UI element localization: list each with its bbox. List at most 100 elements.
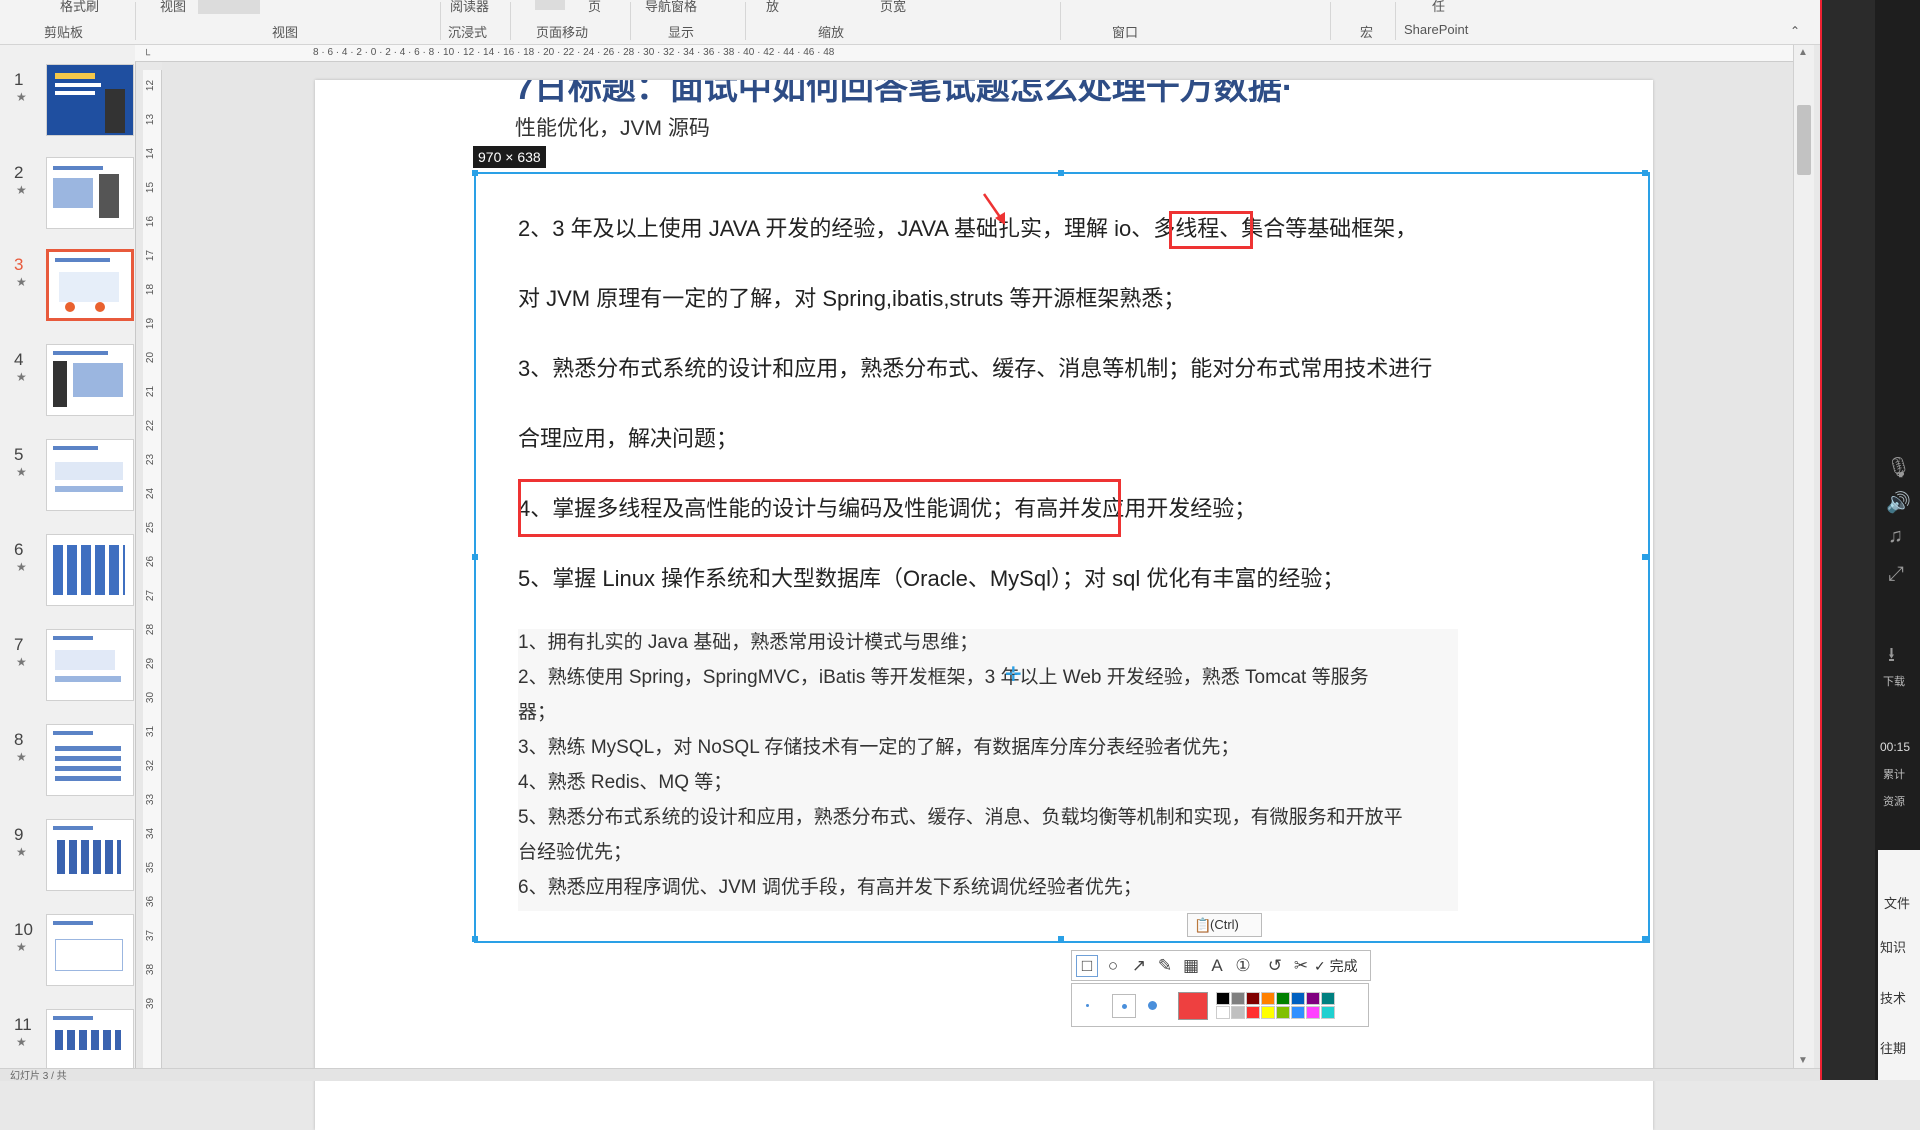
thumbnail-9[interactable]: 9 ★ bbox=[0, 815, 135, 905]
color-swatch[interactable] bbox=[1231, 1006, 1245, 1019]
color-swatch[interactable] bbox=[1231, 992, 1245, 1005]
ruler-number: 15 bbox=[145, 181, 157, 194]
panel-label[interactable]: 知识 bbox=[1880, 937, 1906, 956]
thumbnail-1[interactable]: 1 ★ bbox=[0, 60, 135, 150]
slide-subtitle[interactable]: 性能优化，JVM 源码 bbox=[515, 112, 710, 142]
color-swatch[interactable] bbox=[1261, 992, 1275, 1005]
thumbnail-7[interactable]: 7 ★ bbox=[0, 625, 135, 715]
panel-label[interactable]: 往期 bbox=[1880, 1038, 1906, 1057]
ruler-number: 31 bbox=[145, 725, 157, 738]
text-tool-icon[interactable]: A bbox=[1206, 955, 1228, 977]
collapse-ribbon-icon[interactable]: ⌃ bbox=[1790, 24, 1800, 38]
ruler-labels: 8 · 6 · 4 · 2 · 0 · 2 · 4 · 6 · 8 · 10 ·… bbox=[313, 47, 835, 58]
cut-icon[interactable]: ✂ bbox=[1290, 955, 1312, 977]
undo-icon[interactable]: ↺ bbox=[1264, 955, 1286, 977]
thumbnail-10[interactable]: 10 ★ bbox=[0, 910, 135, 1000]
size-medium-button[interactable] bbox=[1112, 994, 1136, 1018]
microphone-icon[interactable]: 🎙 bbox=[1886, 455, 1911, 480]
download-circle-icon[interactable]: ⭳ bbox=[1888, 640, 1895, 674]
mosaic-tool-icon[interactable]: ▦ bbox=[1180, 955, 1202, 977]
group-zoom: 缩放 bbox=[818, 25, 845, 40]
color-swatch[interactable] bbox=[1261, 1006, 1275, 1019]
color-swatch[interactable] bbox=[1291, 1006, 1305, 1019]
vertical-scrollbar[interactable]: ▲ ▼ bbox=[1793, 45, 1814, 1080]
ruler-number: 37 bbox=[145, 929, 157, 942]
size-large-dot[interactable] bbox=[1148, 1001, 1157, 1010]
star-icon: ★ bbox=[16, 465, 27, 479]
music-icon[interactable]: ♫ bbox=[1888, 525, 1903, 548]
color-swatch[interactable] bbox=[1291, 992, 1305, 1005]
star-icon: ★ bbox=[16, 560, 27, 574]
thumbnail-3[interactable]: 3 ★ bbox=[0, 245, 135, 335]
panel-label[interactable]: 文件 bbox=[1884, 893, 1910, 912]
annotation-arrow-icon[interactable] bbox=[982, 192, 1008, 226]
thumbnail-number: 3 bbox=[14, 255, 24, 274]
thumbnail-5[interactable]: 5 ★ bbox=[0, 435, 135, 525]
screenshot-capture-region[interactable]: 2、3 年及以上使用 JAVA 开发的经验，JAVA 基础扎实，理解 io、多线… bbox=[472, 170, 1650, 943]
color-swatch[interactable] bbox=[1216, 992, 1230, 1005]
slide-title[interactable]: 7日标题：面试中如何回答笔试题怎么处理千万数据· bbox=[515, 80, 1293, 109]
color-swatch[interactable] bbox=[1321, 1006, 1335, 1019]
thumbnail-image bbox=[46, 534, 134, 606]
ellipse-tool-icon[interactable]: ○ bbox=[1102, 955, 1124, 977]
paste-options-label: (Ctrl) bbox=[1210, 917, 1239, 932]
current-color-swatch[interactable] bbox=[1178, 992, 1208, 1020]
ruler-number: 17 bbox=[145, 249, 157, 262]
paste-options-button[interactable]: 📋 (Ctrl) bbox=[1187, 913, 1262, 937]
arrow-tool-icon[interactable]: ↗ bbox=[1128, 955, 1150, 977]
highlight-box-multithread[interactable] bbox=[1169, 211, 1253, 249]
thumbnail-2[interactable]: 2 ★ bbox=[0, 153, 135, 243]
color-swatch[interactable] bbox=[1216, 1006, 1230, 1019]
page-button-bg[interactable] bbox=[535, 0, 565, 10]
resize-handle[interactable] bbox=[472, 170, 478, 176]
thumbnail-4[interactable]: 4 ★ bbox=[0, 340, 135, 430]
resize-handle[interactable] bbox=[472, 936, 478, 942]
view-top-label[interactable]: 视图 bbox=[160, 0, 186, 15]
done-button[interactable]: ✓ 完成 bbox=[1314, 955, 1358, 977]
reader-button[interactable]: 阅读器 bbox=[450, 0, 489, 15]
star-icon: ★ bbox=[16, 183, 27, 197]
color-swatch[interactable] bbox=[1306, 992, 1320, 1005]
vertical-ruler[interactable]: 12 13 14 15 16 17 18 19 20 21 22 23 24 2… bbox=[143, 70, 162, 1080]
thumbnail-8[interactable]: 8 ★ bbox=[0, 720, 135, 810]
scroll-up-icon[interactable]: ▲ bbox=[1798, 47, 1808, 58]
ruler-number: 39 bbox=[145, 997, 157, 1010]
speaker-icon[interactable]: 🔊 bbox=[1886, 490, 1911, 515]
size-small-dot[interactable] bbox=[1086, 1004, 1089, 1007]
page-button[interactable]: 页 bbox=[588, 0, 601, 15]
scroll-down-icon[interactable]: ▼ bbox=[1798, 1055, 1808, 1066]
ruler-tab-selector[interactable]: └ bbox=[143, 50, 159, 64]
panel-label[interactable]: 技术 bbox=[1880, 988, 1906, 1007]
color-swatch[interactable] bbox=[1321, 992, 1335, 1005]
highlight-box-performance[interactable] bbox=[518, 479, 1121, 537]
color-swatch[interactable] bbox=[1246, 992, 1260, 1005]
expand-icon[interactable]: ⤢ bbox=[1888, 563, 1904, 586]
horizontal-ruler[interactable]: 8 · 6 · 4 · 2 · 0 · 2 · 4 · 6 · 8 · 10 ·… bbox=[135, 45, 1795, 62]
color-swatch[interactable] bbox=[1276, 1006, 1290, 1019]
color-swatch[interactable] bbox=[1246, 1006, 1260, 1019]
view-field[interactable] bbox=[198, 0, 260, 14]
requirement-line-small: 6、熟悉应用程序调优、JVM 调优手段，有高并发下系统调优经验者优先； bbox=[518, 877, 1142, 898]
scrollbar-thumb[interactable] bbox=[1797, 105, 1811, 175]
resize-handle[interactable] bbox=[472, 554, 478, 560]
capture-toolbar: □ ○ ↗ ✎ ▦ A ① ↺ ✂ ✓ 完成 bbox=[1071, 950, 1371, 981]
resize-handle[interactable] bbox=[1642, 554, 1648, 560]
star-icon: ★ bbox=[16, 90, 27, 104]
thumbnail-6[interactable]: 6 ★ bbox=[0, 530, 135, 620]
nav-pane-checkbox[interactable]: 导航窗格 bbox=[645, 0, 697, 15]
format-painter-button[interactable]: 格式刷 bbox=[60, 0, 99, 15]
sharepoint-top-label: 任 bbox=[1432, 0, 1446, 14]
zoom-top-label[interactable]: 放 bbox=[766, 0, 779, 15]
resize-handle[interactable] bbox=[1642, 170, 1648, 176]
pencil-tool-icon[interactable]: ✎ bbox=[1154, 955, 1176, 977]
color-swatch[interactable] bbox=[1306, 1006, 1320, 1019]
number-tool-icon[interactable]: ① bbox=[1232, 955, 1254, 977]
resize-handle[interactable] bbox=[1058, 936, 1064, 942]
rectangle-tool-icon[interactable]: □ bbox=[1076, 955, 1098, 977]
resize-handle[interactable] bbox=[1642, 936, 1648, 942]
slide-thumbnail-panel[interactable]: 1 ★ 2 ★ 3 ★ 4 ★ 5 ★ 6 ★ 7 ★ 8 ★ 9 ★ 10 ★… bbox=[0, 45, 136, 1080]
ruler-number: 36 bbox=[145, 895, 157, 908]
page-width-button[interactable]: 页宽 bbox=[880, 0, 906, 15]
color-swatch[interactable] bbox=[1276, 992, 1290, 1005]
resize-handle[interactable] bbox=[1058, 170, 1064, 176]
